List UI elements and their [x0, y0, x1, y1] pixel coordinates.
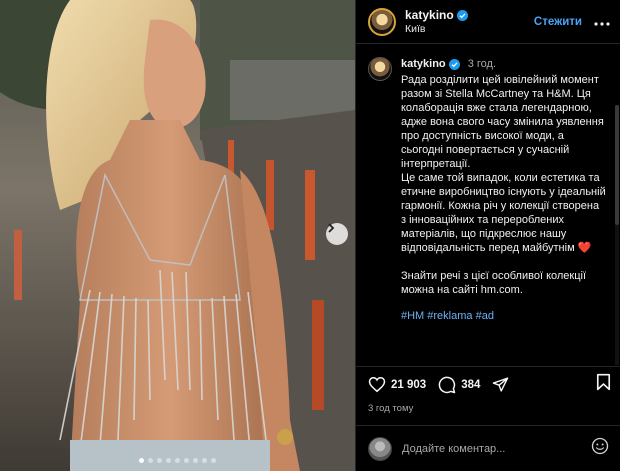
carousel-dot — [139, 458, 144, 463]
save-button[interactable] — [596, 373, 611, 396]
post-timestamp[interactable]: 3 год тому — [368, 403, 413, 414]
photo-illustration — [0, 0, 355, 471]
caption-section: katykino 3 год. Рада розділити цей ювіле… — [356, 45, 620, 365]
caption-paragraph: Рада розділити цей ювілейний момент разо… — [401, 74, 604, 170]
carousel-dot — [148, 458, 153, 463]
like-button[interactable]: 21 903 — [368, 376, 426, 393]
caption-author[interactable]: katykino — [401, 57, 460, 71]
emoji-button[interactable] — [591, 437, 609, 460]
carousel-dot — [175, 458, 180, 463]
caption-paragraph: Це саме той випадок, коли естетика та ет… — [401, 172, 606, 254]
carousel-dot — [166, 458, 171, 463]
next-slide-button[interactable] — [326, 223, 348, 245]
comment-button[interactable]: 384 — [438, 376, 480, 394]
caption-text: katykino 3 год. Рада розділити цей ювіле… — [401, 57, 607, 323]
post-header: katykino Київ Стежити — [356, 0, 620, 44]
bookmark-icon — [596, 373, 611, 391]
more-options-button[interactable] — [594, 14, 610, 30]
caption-avatar[interactable] — [368, 57, 392, 81]
author-username[interactable]: katykino — [405, 8, 454, 22]
caption-scrollbar[interactable] — [615, 105, 619, 365]
send-icon — [493, 377, 509, 392]
avatar[interactable] — [368, 7, 396, 36]
verified-badge-icon — [456, 9, 468, 21]
chevron-right-icon — [328, 223, 335, 233]
author-row: katykino — [405, 8, 534, 22]
action-bar: 21 903 384 — [356, 366, 620, 402]
follow-button[interactable]: Стежити — [534, 16, 582, 28]
post-location[interactable]: Київ — [405, 23, 534, 35]
emoji-icon — [591, 437, 609, 455]
scrollbar-thumb[interactable] — [615, 105, 619, 225]
caption-username[interactable]: katykino — [401, 57, 446, 71]
carousel-dot — [193, 458, 198, 463]
comment-input[interactable] — [402, 442, 591, 455]
post-side-panel: katykino Київ Стежити katykino 3 год. Ра… — [355, 0, 620, 471]
carousel-dot — [157, 458, 162, 463]
carousel-dot — [211, 458, 216, 463]
comment-icon — [438, 376, 456, 393]
comment-composer — [356, 425, 620, 471]
caption-row: katykino 3 год. Рада розділити цей ювіле… — [356, 45, 620, 323]
current-user-avatar — [368, 436, 392, 461]
carousel-dot — [184, 458, 189, 463]
more-horizontal-icon — [594, 21, 610, 26]
share-button[interactable] — [492, 376, 509, 393]
hashtags-link[interactable]: #HM #reklama #ad — [401, 309, 607, 323]
like-count[interactable]: 21 903 — [391, 379, 426, 391]
author-info: katykino Київ — [405, 8, 534, 35]
post-photo[interactable] — [0, 0, 355, 471]
verified-badge-icon — [448, 58, 460, 70]
heart-icon — [368, 376, 386, 393]
carousel-dot — [202, 458, 207, 463]
carousel-indicator — [0, 458, 355, 463]
caption-time: 3 год. — [467, 58, 496, 70]
comment-count: 384 — [461, 378, 481, 391]
caption-meta: katykino 3 год. — [401, 57, 607, 71]
caption-paragraph: Знайти речі з цієї особливої колекції мо… — [401, 270, 587, 296]
